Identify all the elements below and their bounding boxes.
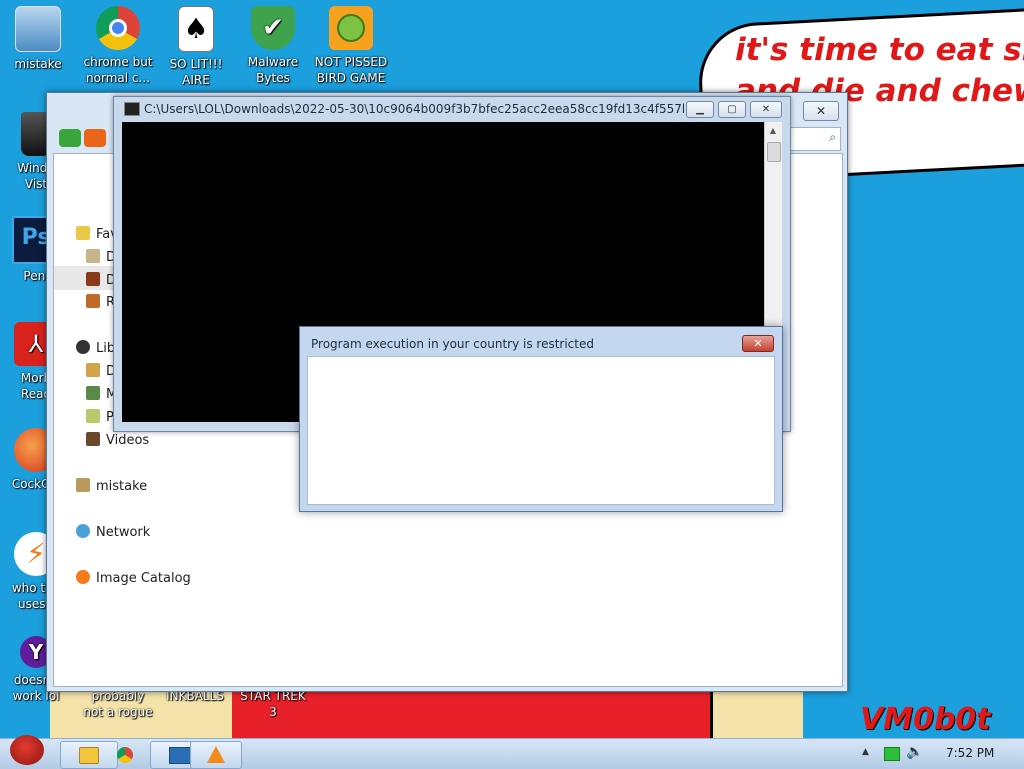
desktop-icon-label: probably not a rogue: [83, 689, 153, 719]
taskbar-dialog-button[interactable]: [190, 741, 242, 769]
console-icon: [169, 747, 191, 764]
user-folder-icon: [76, 478, 90, 492]
nav-homegroup[interactable]: mistake: [76, 478, 147, 494]
playing-card-icon: ♠: [178, 6, 214, 52]
desktop-icon-malwarebytes[interactable]: ✔ Malware Bytes: [233, 6, 313, 86]
desktop-icon-label: SO LIT!!! AIRE: [169, 57, 223, 87]
back-arrow-icon[interactable]: [59, 129, 81, 147]
dialog-close-button[interactable]: ✕: [742, 335, 774, 352]
search-icon: ⌕: [829, 130, 836, 144]
shield-check-icon: ✔: [251, 6, 295, 50]
folder-icon: [86, 249, 100, 263]
wallpaper-red-shape: [232, 690, 792, 740]
lightning-bolt-icon: [76, 570, 90, 584]
nav-item[interactable]: D: [86, 363, 116, 379]
nav-item[interactable]: P: [86, 409, 114, 425]
documents-icon: [86, 363, 100, 377]
desktop-icon-solitaire[interactable]: ♠ SO LIT!!! AIRE: [156, 6, 236, 88]
nav-network[interactable]: Network: [76, 524, 150, 540]
computer-icon: [15, 6, 61, 52]
scroll-up-arrow-icon[interactable]: ▲: [767, 126, 779, 140]
scrollbar-thumb[interactable]: [767, 142, 781, 162]
dialog-body: [307, 356, 775, 505]
nav-item[interactable]: R: [86, 294, 115, 310]
traffic-cone-icon: [207, 746, 225, 763]
start-button[interactable]: [4, 733, 52, 769]
desktop-icon-star-trek[interactable]: STAR TREK 3: [233, 688, 313, 720]
green-pig-icon: [329, 6, 373, 50]
maximize-button[interactable]: ▢: [718, 101, 746, 118]
dialog-title: Program execution in your country is res…: [311, 337, 594, 351]
speech-line: it's time to eat shit: [735, 32, 1024, 68]
chrome-icon: [96, 6, 140, 50]
desktop-icon-label: STAR TREK 3: [240, 689, 306, 719]
desktop-icon-chrome[interactable]: chrome but normal c...: [78, 6, 158, 86]
videos-icon: [86, 432, 100, 446]
desktop-icon-label: Malware Bytes: [247, 55, 299, 85]
chrome-icon: [117, 747, 133, 763]
desktop-icon-label: chrome but normal c...: [83, 55, 153, 85]
angry-bird-icon: [10, 735, 44, 765]
wallpaper-signature: VM0b0t: [860, 702, 991, 737]
console-app-icon: [124, 102, 140, 116]
forward-arrow-icon[interactable]: [84, 129, 106, 147]
taskbar-clock[interactable]: 7:52 PM: [946, 746, 994, 760]
music-icon: [86, 386, 100, 400]
minimize-button[interactable]: ▁: [686, 101, 714, 118]
desktop-icon-mistake[interactable]: mistake: [0, 6, 78, 72]
nav-favorites[interactable]: Fav: [76, 226, 118, 242]
taskbar-chrome-button[interactable]: [98, 741, 150, 769]
nav-item[interactable]: D: [86, 249, 116, 265]
recent-icon: [86, 294, 100, 308]
wallpaper-beige-shape-right: [710, 690, 803, 740]
library-icon: [76, 340, 90, 354]
folder-icon: [86, 272, 100, 286]
network-icon: [76, 524, 90, 538]
taskbar: ▲ 🔈 7:52 PM: [0, 735, 1024, 769]
console-title: C:\Users\LOL\Downloads\2022-05-30\10c906…: [144, 102, 684, 116]
explorer-close-button[interactable]: ✕: [803, 101, 839, 121]
desktop-icon-label: NOT PISSED BIRD GAME: [314, 55, 388, 85]
error-dialog[interactable]: Program execution in your country is res…: [299, 326, 783, 512]
pictures-icon: [86, 409, 100, 423]
show-hidden-icons-arrow-icon[interactable]: ▲: [862, 747, 869, 757]
speaker-icon[interactable]: 🔈: [906, 744, 923, 760]
nav-item-selected[interactable]: D: [54, 266, 116, 290]
nav-videos[interactable]: Videos: [86, 432, 149, 448]
nav-image-catalog[interactable]: Image Catalog: [76, 570, 191, 586]
desktop-icon-rogue[interactable]: probably not a rogue: [78, 688, 158, 720]
network-status-icon[interactable]: [884, 747, 900, 761]
desktop-icon-label: mistake: [14, 57, 62, 71]
desktop-icon-bird-game[interactable]: NOT PISSED BIRD GAME: [311, 6, 391, 86]
star-icon: [76, 226, 90, 240]
search-input[interactable]: ⌕: [787, 127, 841, 151]
folder-icon: [79, 747, 99, 764]
nav-libraries[interactable]: Lib: [76, 340, 115, 356]
console-close-button[interactable]: ✕: [750, 101, 782, 118]
